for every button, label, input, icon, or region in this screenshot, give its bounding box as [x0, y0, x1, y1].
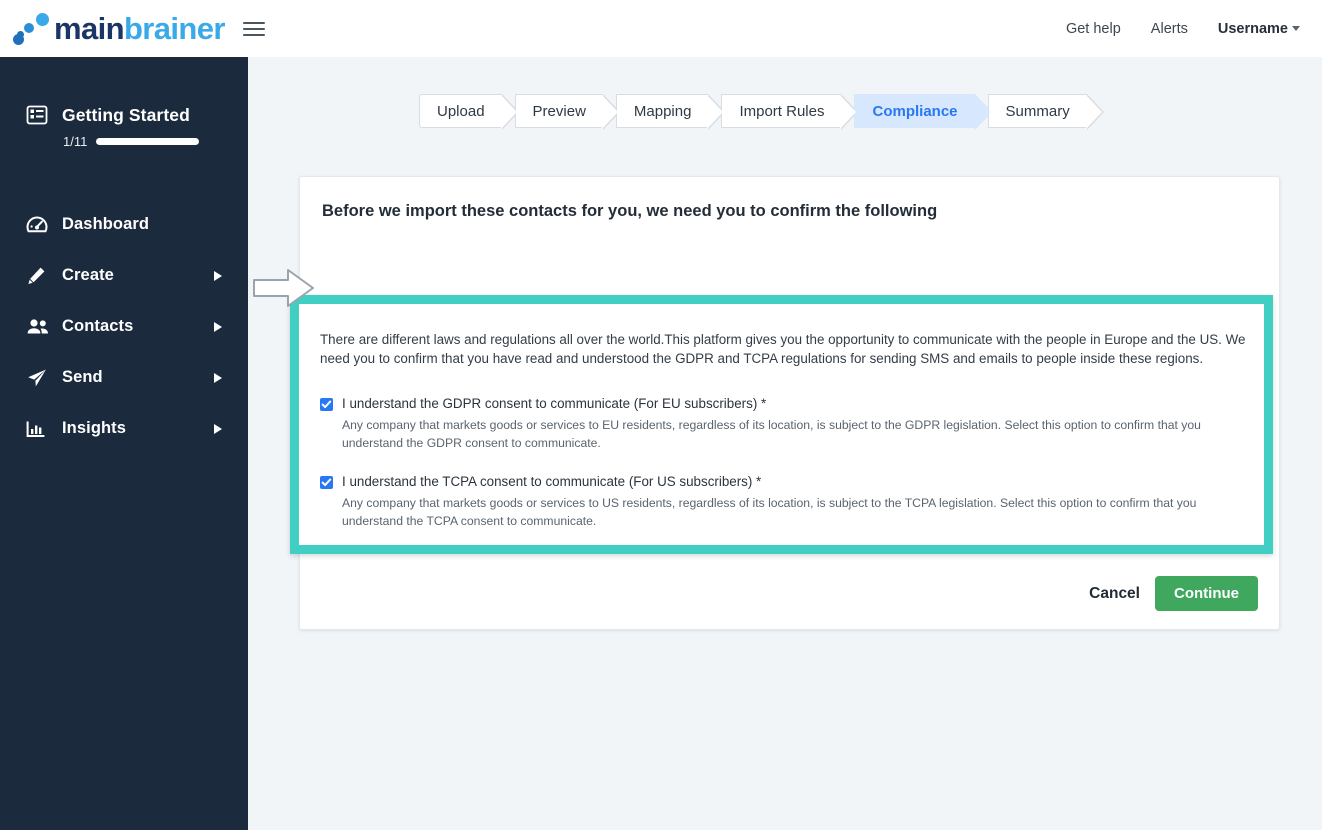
import-wizard-stepper: Upload Preview Mapping Import Rules Comp… — [419, 94, 1104, 130]
cancel-button[interactable]: Cancel — [1089, 585, 1140, 603]
list-icon — [26, 104, 48, 126]
username-menu[interactable]: Username — [1218, 21, 1300, 37]
sidebar-nav-list: Dashboard Create Contacts Send Insights — [0, 199, 248, 454]
step-mapping[interactable]: Mapping — [615, 94, 725, 130]
progress-count: 1/11 — [63, 134, 88, 149]
sidebar-item-dashboard[interactable]: Dashboard — [0, 199, 248, 250]
sidebar-item-send[interactable]: Send — [0, 352, 248, 403]
consent-gdpr: I understand the GDPR consent to communi… — [320, 395, 1242, 453]
main-content: Upload Preview Mapping Import Rules Comp… — [248, 57, 1322, 830]
tcpa-checkbox[interactable] — [320, 475, 333, 489]
sidebar: Getting Started 1/11 Dashboard Create Co… — [0, 57, 248, 830]
tcpa-description: Any company that markets goods or servic… — [342, 496, 1197, 528]
step-compliance[interactable]: Compliance — [854, 94, 992, 130]
pencil-icon — [26, 265, 50, 287]
step-summary[interactable]: Summary — [987, 94, 1104, 130]
sidebar-label-create: Create — [62, 266, 114, 284]
compliance-highlight-box: There are different laws and regulations… — [290, 295, 1273, 554]
step-import-rules[interactable]: Import Rules — [721, 94, 859, 130]
top-header-bar: mainbrainer Get help Alerts Username — [0, 0, 1322, 57]
getting-started-progress: 1/11 — [0, 134, 248, 149]
paper-plane-icon — [26, 367, 50, 389]
compliance-card: Before we import these contacts for you,… — [290, 176, 1280, 630]
bar-chart-icon — [26, 418, 50, 440]
chevron-right-icon — [214, 270, 222, 281]
alerts-link[interactable]: Alerts — [1151, 21, 1188, 37]
username-label: Username — [1217, 20, 1288, 37]
consent-tcpa: I understand the TCPA consent to communi… — [320, 473, 1242, 531]
sidebar-label-dashboard: Dashboard — [62, 215, 150, 233]
logo-text-accent: brainer — [123, 11, 226, 46]
gdpr-label: I understand the GDPR consent to communi… — [342, 395, 767, 411]
logo-wordmark: mainbrainer — [54, 13, 225, 44]
step-preview[interactable]: Preview — [514, 94, 621, 130]
chevron-right-icon — [214, 321, 222, 332]
gdpr-description: Any company that markets goods or servic… — [342, 418, 1201, 450]
get-help-link[interactable]: Get help — [1066, 21, 1121, 37]
brand-logo[interactable]: mainbrainer — [0, 12, 225, 46]
progress-track — [96, 138, 200, 145]
card-footer: Cancel Continue — [1089, 576, 1258, 611]
getting-started-title: Getting Started — [62, 104, 190, 125]
sidebar-label-send: Send — [62, 368, 103, 386]
sidebar-label-insights: Insights — [62, 419, 127, 437]
gdpr-checkbox[interactable] — [320, 397, 333, 411]
chevron-down-icon — [1292, 26, 1300, 31]
tcpa-label: I understand the TCPA consent to communi… — [342, 473, 762, 489]
dashboard-gauge-icon — [26, 214, 50, 236]
chevron-right-icon — [214, 423, 222, 434]
hamburger-icon[interactable] — [242, 19, 265, 39]
sidebar-item-insights[interactable]: Insights — [0, 403, 248, 454]
step-upload[interactable]: Upload — [419, 94, 519, 130]
sidebar-item-contacts[interactable]: Contacts — [0, 301, 248, 352]
sidebar-item-create[interactable]: Create — [0, 250, 248, 301]
continue-button[interactable]: Continue — [1155, 576, 1258, 611]
logo-dots-icon — [10, 12, 52, 46]
compliance-body-text: There are different laws and regulations… — [320, 332, 1246, 367]
logo-text-main: main — [54, 11, 125, 46]
people-icon — [26, 316, 50, 338]
card-title: Before we import these contacts for you,… — [322, 202, 938, 220]
chevron-right-icon — [214, 372, 222, 383]
sidebar-getting-started[interactable]: Getting Started — [0, 57, 248, 126]
sidebar-label-contacts: Contacts — [62, 317, 134, 335]
top-nav: Get help Alerts Username — [1066, 21, 1322, 37]
